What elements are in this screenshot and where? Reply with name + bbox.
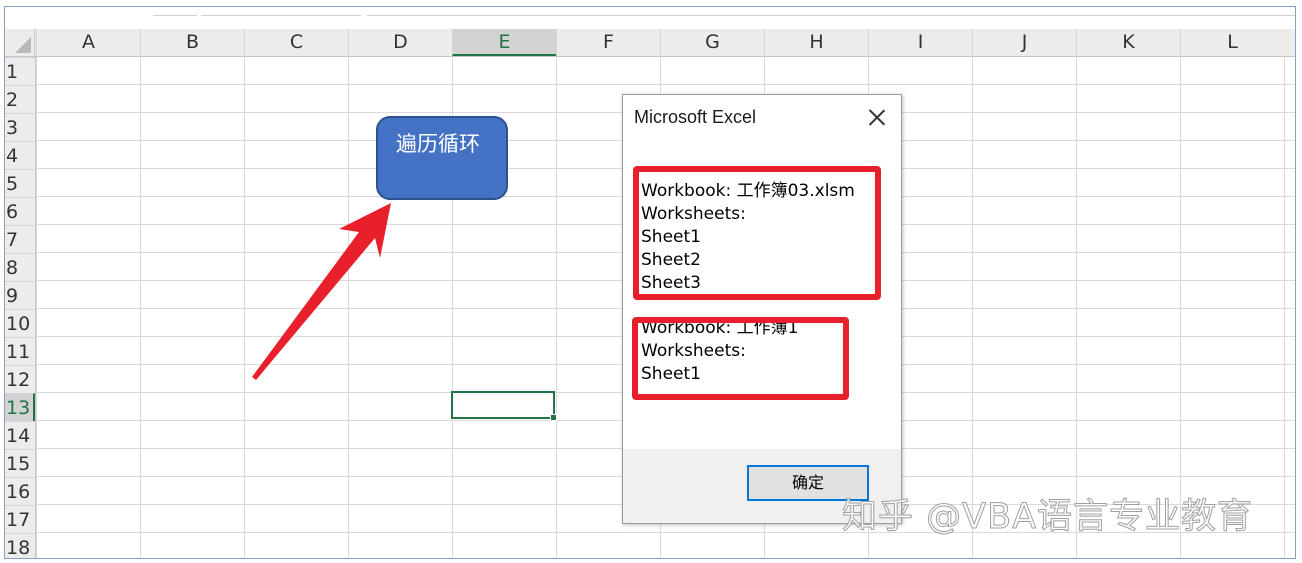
- dialog-title: Microsoft Excel: [634, 107, 757, 127]
- highlight-box-1: [633, 166, 881, 300]
- watermark: 知乎 @VBA语言专业教育: [841, 497, 1254, 538]
- arrow-icon: [252, 203, 391, 380]
- highlight-box-2: [632, 317, 849, 400]
- close-icon[interactable]: [865, 105, 889, 129]
- message-box-dialog: Microsoft Excel Workbook: 工作簿03.xlsm Wor…: [622, 94, 902, 524]
